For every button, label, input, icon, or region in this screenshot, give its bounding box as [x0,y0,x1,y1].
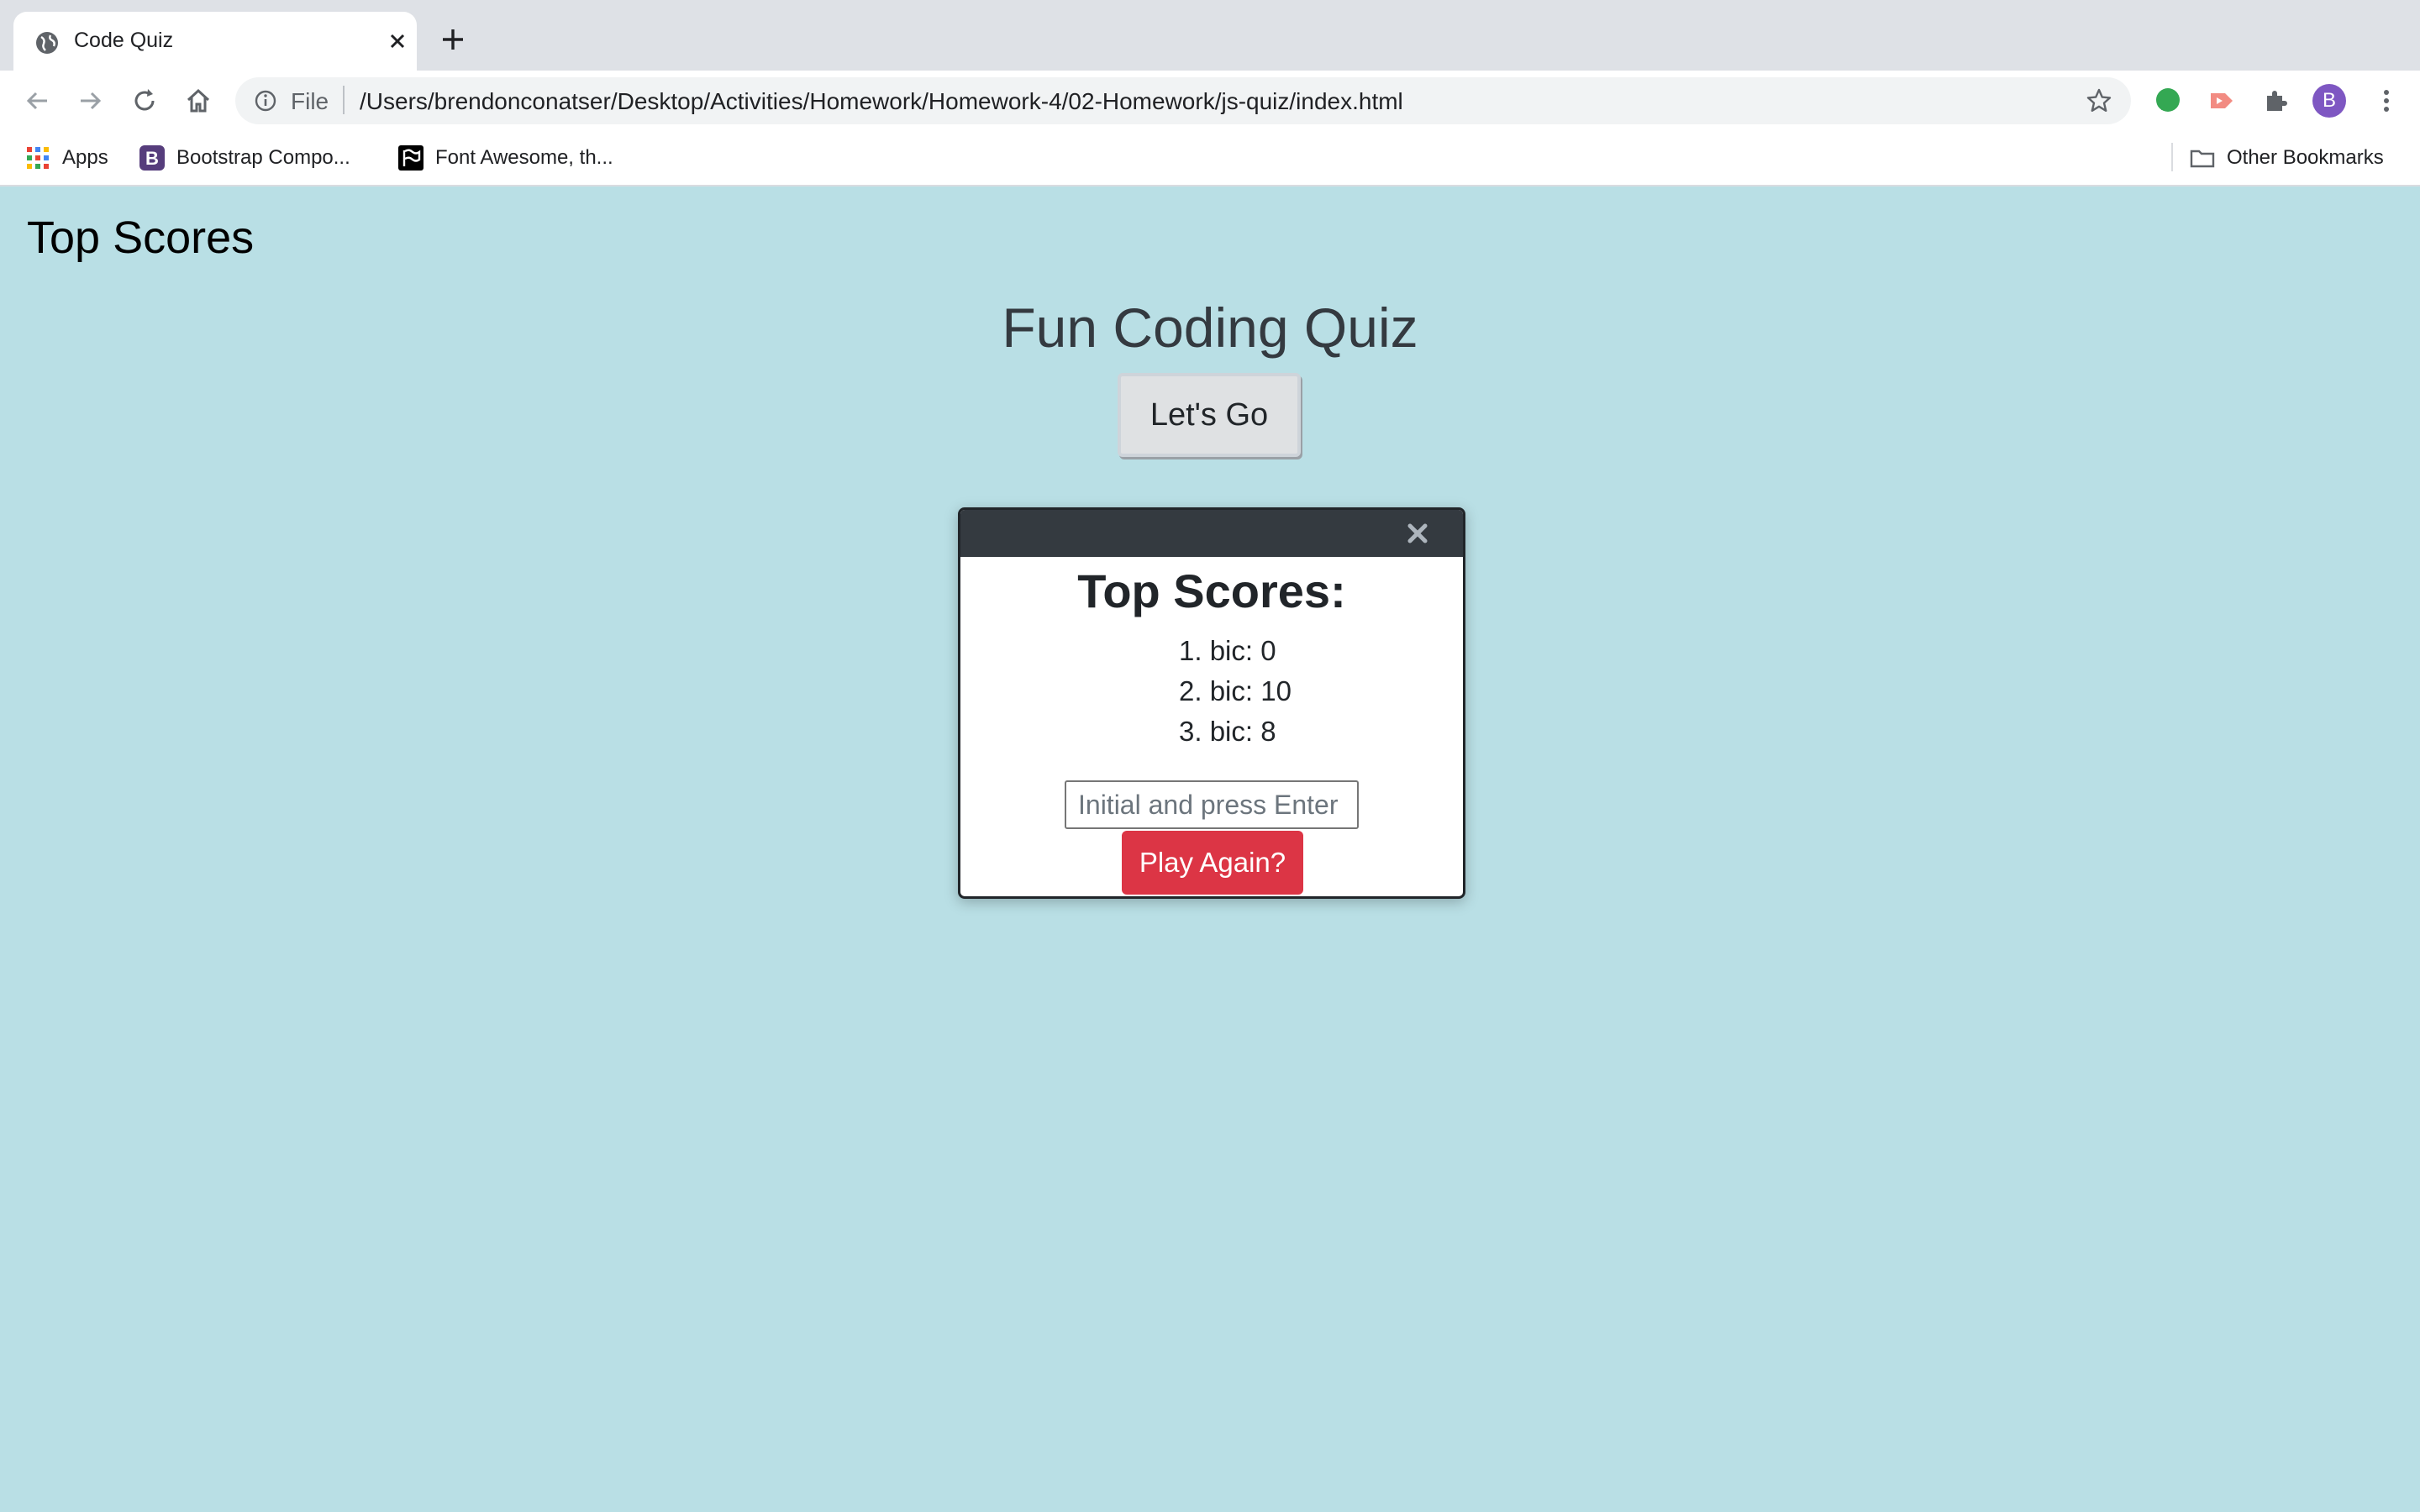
svg-text:B: B [145,148,159,169]
apps-grid-icon [27,147,49,169]
home-icon[interactable] [183,86,213,116]
modal-title: Top Scores: [1077,564,1346,617]
start-quiz-button[interactable]: Let's Go [1118,373,1301,457]
score-item: 1. bic: 0 [1179,635,1276,666]
forward-arrow-icon[interactable] [76,86,106,116]
bookmark-star-icon[interactable] [2086,87,2112,114]
page-content: Top Scores Fun Coding Quiz Let's Go Top … [0,186,2420,1512]
bookmark-font-awesome[interactable]: Font Awesome, th... [398,144,613,171]
top-scores-modal: Top Scores: 1. bic: 0 2. bic: 10 3. bic:… [958,507,1465,899]
url-separator [343,86,345,114]
green-extension-icon[interactable] [2153,86,2183,116]
video-extension-icon[interactable] [2207,86,2237,116]
score-entry: bic: 10 [1209,675,1292,706]
extensions-puzzle-icon[interactable] [2260,86,2291,116]
browser-toolbar: File /Users/brendonconatser/Desktop/Acti… [0,71,2420,131]
tab-title: Code Quiz [74,29,174,52]
address-bar[interactable]: File /Users/brendonconatser/Desktop/Acti… [235,77,2131,124]
tab-strip: Code Quiz [0,0,2420,71]
other-bookmarks-label: Other Bookmarks [2227,146,2384,169]
back-arrow-icon[interactable] [22,86,52,116]
bookmarks-bar: Apps B Bootstrap Compo... Font Awesome, … [0,131,2420,186]
globe-icon [36,32,58,54]
url-scheme-label: File [291,88,329,114]
bookmark-label: Font Awesome, th... [435,146,613,169]
folder-icon [2190,150,2215,168]
reload-icon[interactable] [129,86,160,116]
top-scores-link[interactable]: Top Scores [27,212,254,264]
close-tab-icon[interactable] [383,27,412,55]
tab-code-quiz[interactable]: Code Quiz [13,12,417,71]
score-item: 2. bic: 10 [1179,675,1292,706]
profile-avatar[interactable]: B [2312,84,2346,118]
url-text[interactable]: /Users/brendonconatser/Desktop/Activitie… [360,88,1403,115]
score-list: 1. bic: 0 2. bic: 10 3. bic: 8 [1179,631,1431,752]
bookmark-label: Apps [62,146,108,169]
initials-input[interactable] [1065,780,1359,829]
score-entry: bic: 0 [1209,635,1276,666]
bookmark-apps[interactable]: Apps [25,144,108,171]
new-tab-icon[interactable] [439,25,467,54]
play-again-button[interactable]: Play Again? [1122,831,1303,895]
score-item: 3. bic: 8 [1179,716,1276,747]
bookmark-bootstrap[interactable]: B Bootstrap Compo... [139,144,350,171]
bookmark-label: Bootstrap Compo... [176,146,350,169]
score-entry: bic: 8 [1209,716,1276,747]
bootstrap-icon: B [139,145,165,171]
info-icon[interactable] [254,89,277,113]
modal-header [960,510,1463,557]
page-title: Fun Coding Quiz [1002,297,1418,359]
bookmarks-divider [2171,143,2173,171]
more-menu-icon[interactable] [2371,86,2402,116]
font-awesome-flag-icon [398,145,424,171]
close-icon[interactable] [1404,520,1431,547]
other-bookmarks[interactable]: Other Bookmarks [2190,144,2384,171]
